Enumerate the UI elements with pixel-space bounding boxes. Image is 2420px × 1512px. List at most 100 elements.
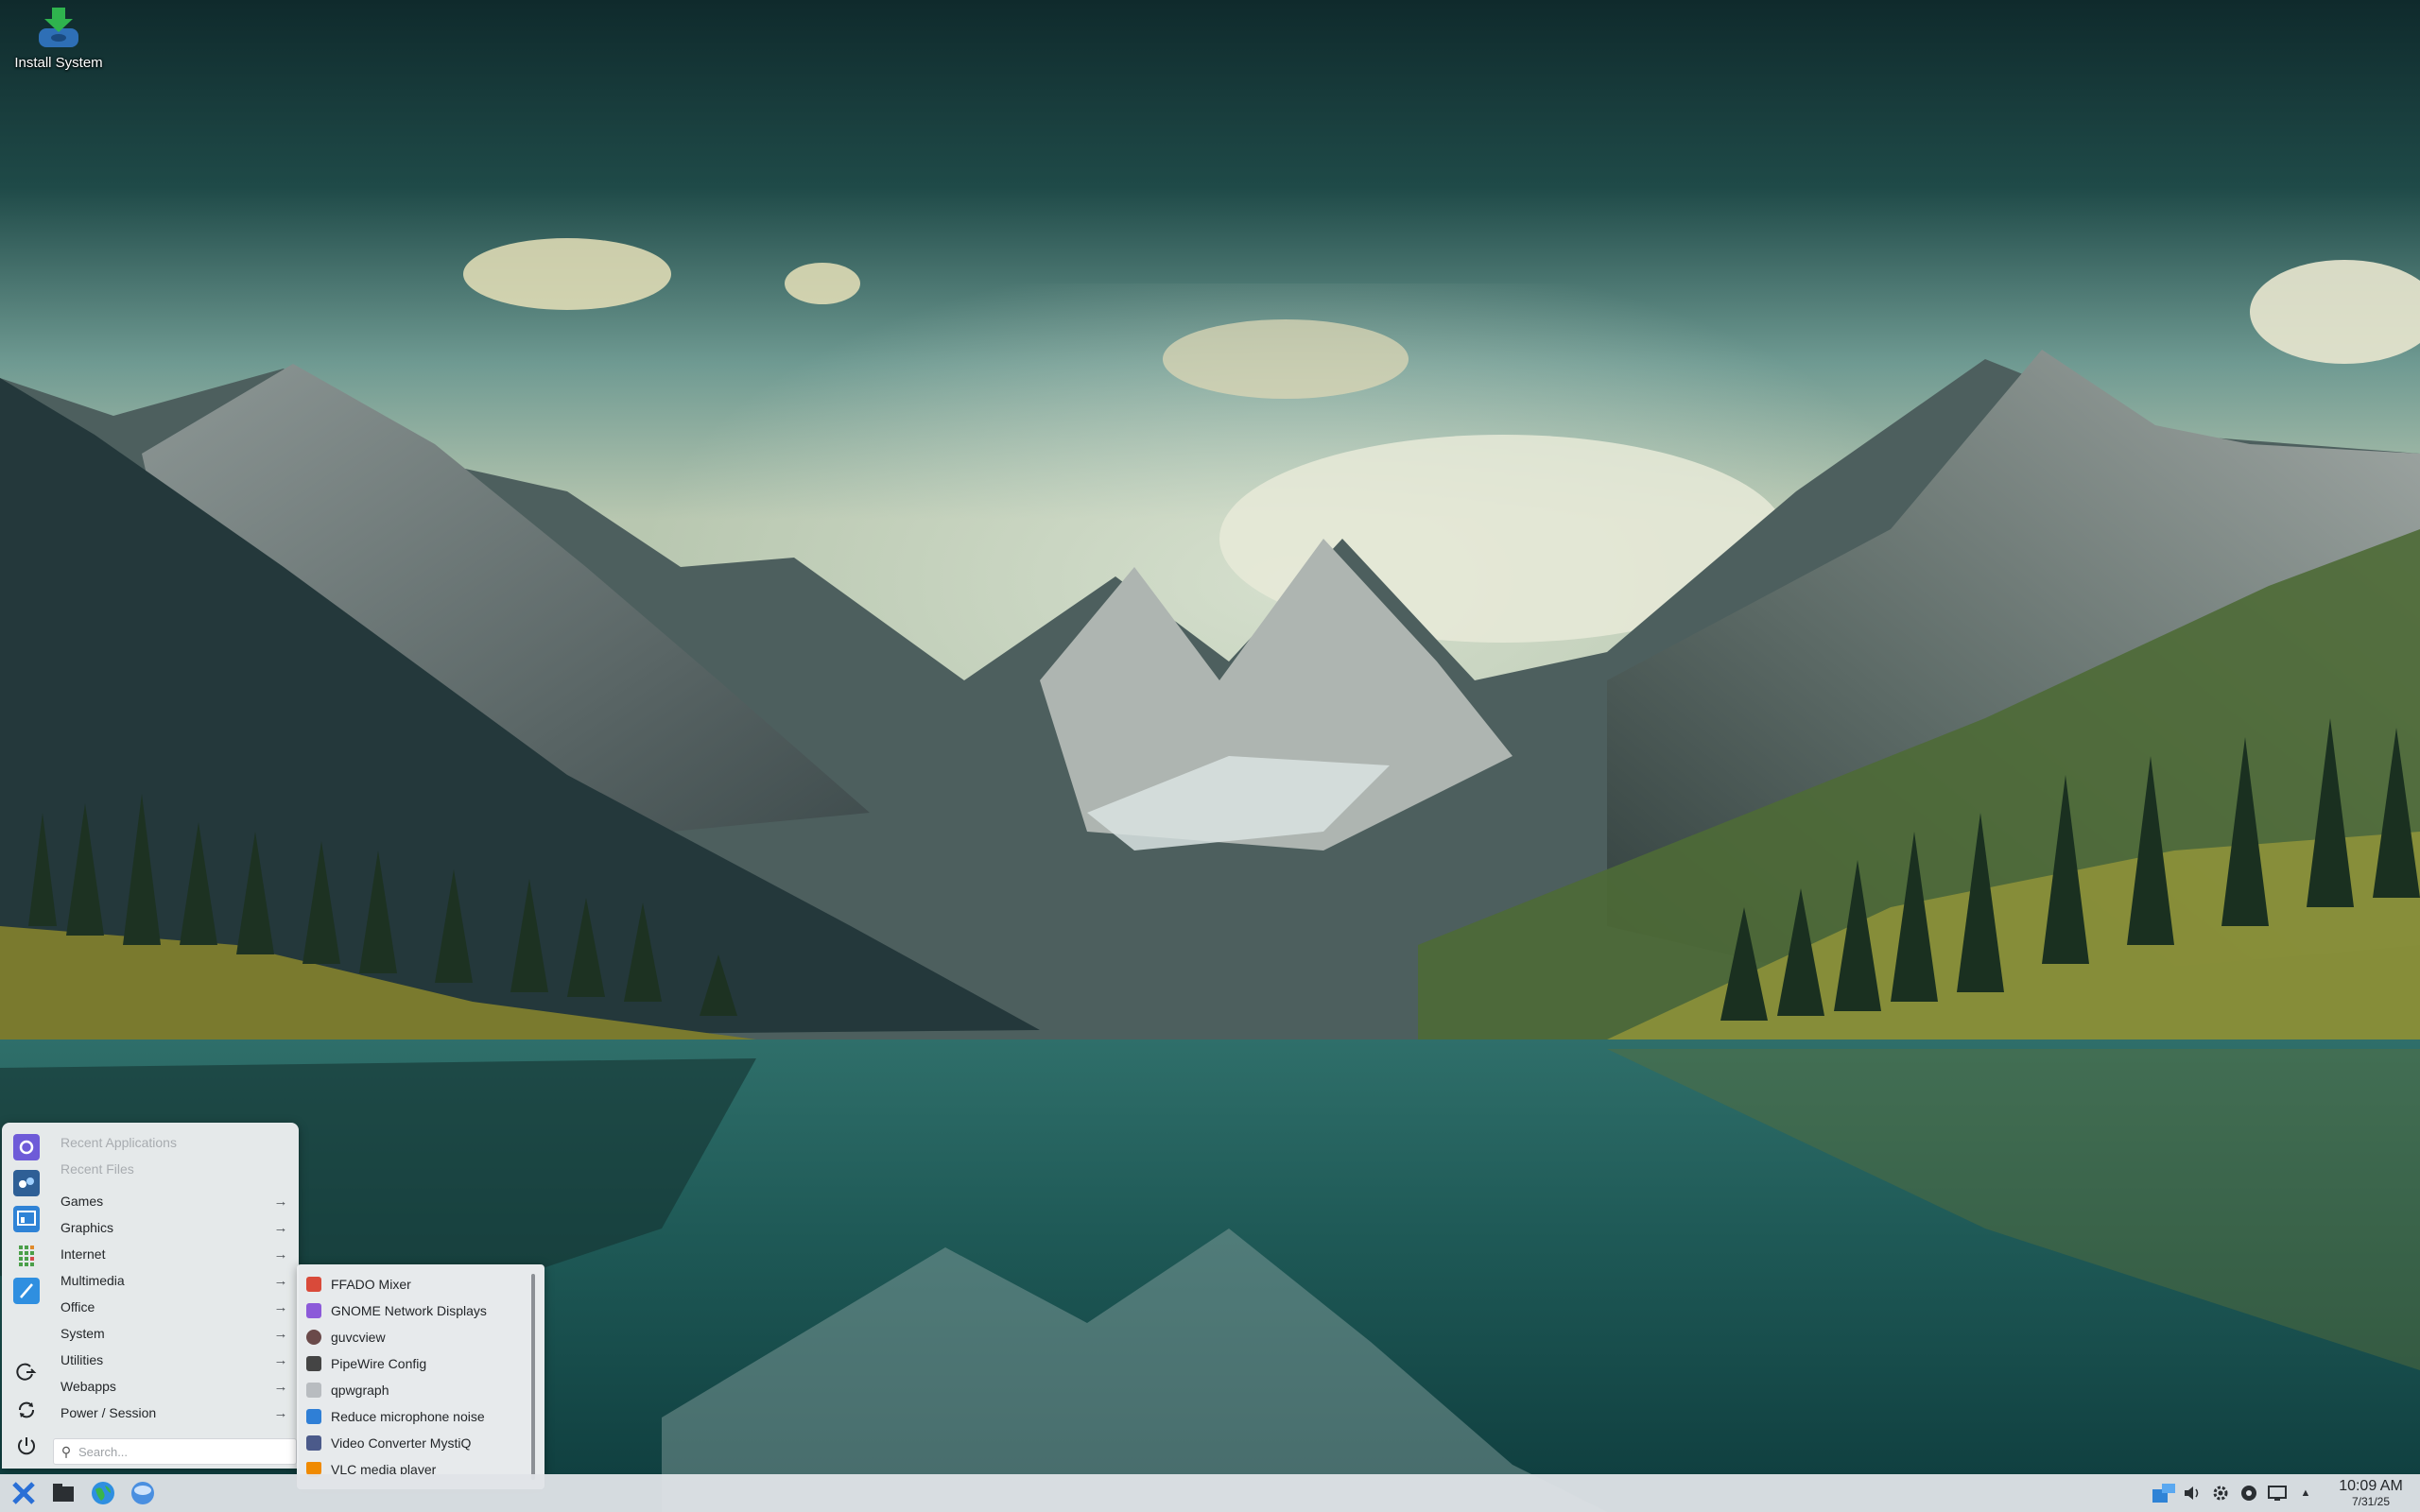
multimedia-submenu: FFADO Mixer GNOME Network Displays guvcv…: [297, 1264, 544, 1489]
menu-item-label: Power / Session: [60, 1405, 157, 1420]
files-launcher[interactable]: [47, 1477, 79, 1509]
submenu-item-label: qpwgraph: [331, 1383, 389, 1398]
clock-time: 10:09 AM: [2339, 1478, 2403, 1494]
disk-icon: [131, 1482, 154, 1504]
install-system-icon: [33, 6, 84, 51]
menu-item-label: Games: [60, 1194, 104, 1209]
menu-item-power-session[interactable]: Power / Session →: [51, 1400, 291, 1425]
favorite-software-center[interactable]: [13, 1170, 40, 1196]
submenu-item-label: Video Converter MystiQ: [331, 1435, 472, 1451]
tray-expand-button[interactable]: ▲: [2291, 1479, 2320, 1507]
app-menu-icon: [12, 1482, 35, 1504]
menu-item-label: Internet: [60, 1246, 106, 1262]
system-monitor-icon: [13, 1206, 40, 1232]
pipewire-icon: [306, 1356, 321, 1371]
app-menu-button[interactable]: [8, 1477, 40, 1509]
menu-item-label: Multimedia: [60, 1273, 125, 1288]
menu-item-label: Webapps: [60, 1379, 116, 1394]
clock[interactable]: 10:09 AM 7/31/25: [2329, 1478, 2412, 1508]
network-displays-icon: [306, 1303, 321, 1318]
search-placeholder: Search...: [78, 1444, 129, 1459]
favorite-calculator[interactable]: [13, 1242, 40, 1268]
files-icon: [53, 1484, 74, 1502]
submenu-scrollbar[interactable]: [531, 1274, 535, 1480]
menu-item-multimedia[interactable]: Multimedia →: [49, 1268, 291, 1293]
arrow-right-icon: →: [273, 1219, 288, 1236]
submenu-item-guvcview[interactable]: guvcview: [306, 1325, 526, 1349]
arrow-right-icon: →: [273, 1246, 288, 1263]
menu-search-input[interactable]: ⚲ Search...: [53, 1438, 297, 1465]
favorite-text-editor[interactable]: [13, 1278, 40, 1304]
favorites-column: [11, 1123, 49, 1469]
menu-item-label: System: [60, 1326, 105, 1341]
logout-icon: [16, 1363, 37, 1381]
workspace-switcher[interactable]: [2150, 1479, 2178, 1507]
taskbar-launchers: [8, 1474, 159, 1512]
calculator-icon: [13, 1242, 40, 1268]
menu-item-office[interactable]: Office →: [51, 1295, 291, 1319]
desktop-icon-install-system[interactable]: Install System: [6, 6, 112, 79]
power-button[interactable]: [13, 1433, 40, 1459]
menu-item-system[interactable]: System →: [51, 1321, 291, 1346]
web-browser-icon: [92, 1482, 114, 1504]
favorite-xfce-settings[interactable]: [13, 1134, 40, 1160]
search-icon: ⚲: [60, 1443, 72, 1459]
settings-icon: [2213, 1486, 2228, 1501]
submenu-item-pipewire-config[interactable]: PipeWire Config: [306, 1351, 526, 1376]
menu-item-recent-applications[interactable]: Recent Applications: [51, 1130, 291, 1155]
arrow-right-icon: →: [273, 1193, 288, 1210]
settings-tray-button[interactable]: [2206, 1479, 2235, 1507]
arrow-right-icon: →: [273, 1325, 288, 1342]
menu-item-recent-files[interactable]: Recent Files: [51, 1157, 291, 1181]
video-converter-icon: [306, 1435, 321, 1451]
volume-icon: [2185, 1486, 2199, 1500]
volume-button[interactable]: [2178, 1479, 2206, 1507]
menu-item-internet[interactable]: Internet →: [51, 1242, 291, 1266]
submenu-item-label: Reduce microphone noise: [331, 1409, 485, 1424]
submenu-item-label: FFADO Mixer: [331, 1277, 411, 1292]
restart-button[interactable]: [13, 1397, 40, 1423]
submenu-item-gnome-network-displays[interactable]: GNOME Network Displays: [306, 1298, 526, 1323]
submenu-item-qpwgraph[interactable]: qpwgraph: [306, 1378, 526, 1402]
disk-launcher[interactable]: [127, 1477, 159, 1509]
ffado-mixer-icon: [306, 1277, 321, 1292]
update-tray-button[interactable]: [2235, 1479, 2263, 1507]
menu-item-utilities[interactable]: Utilities →: [51, 1348, 291, 1372]
clock-date: 7/31/25: [2351, 1495, 2391, 1508]
arrow-right-icon: →: [273, 1272, 288, 1289]
xfce-settings-icon: [13, 1134, 40, 1160]
software-center-icon: [13, 1170, 40, 1196]
power-icon: [18, 1437, 35, 1455]
menu-item-games[interactable]: Games →: [51, 1189, 291, 1213]
display-tray-button[interactable]: [2263, 1479, 2291, 1507]
restart-icon: [19, 1401, 34, 1418]
web-browser-launcher[interactable]: [87, 1477, 119, 1509]
favorite-system-monitor[interactable]: [13, 1206, 40, 1232]
submenu-item-label: PipeWire Config: [331, 1356, 427, 1371]
tray-expand-icon: ▲: [2300, 1487, 2311, 1499]
arrow-right-icon: →: [273, 1298, 288, 1315]
text-editor-icon: [13, 1278, 40, 1304]
arrow-right-icon: →: [273, 1404, 288, 1421]
menu-item-label: Recent Files: [60, 1161, 134, 1177]
menu-item-label: Office: [60, 1299, 95, 1314]
update-icon: [2241, 1486, 2256, 1501]
webcam-icon: [306, 1330, 321, 1345]
submenu-item-reduce-microphone-noise[interactable]: Reduce microphone noise: [306, 1404, 526, 1429]
submenu-item-video-converter-mystiq[interactable]: Video Converter MystiQ: [306, 1431, 526, 1455]
menu-item-webapps[interactable]: Webapps →: [51, 1374, 291, 1399]
menu-item-label: Graphics: [60, 1220, 114, 1235]
menu-item-graphics[interactable]: Graphics →: [51, 1215, 291, 1240]
graph-icon: [306, 1383, 321, 1398]
submenu-item-label: guvcview: [331, 1330, 386, 1345]
submenu-item-ffado-mixer[interactable]: FFADO Mixer: [306, 1272, 526, 1297]
microphone-noise-icon: [306, 1409, 321, 1424]
menu-item-label: Utilities: [60, 1352, 104, 1367]
workspace-switcher-icon: [2152, 1484, 2175, 1503]
logout-button[interactable]: [13, 1359, 40, 1385]
arrow-right-icon: →: [273, 1378, 288, 1395]
taskbar: ▲ 10:09 AM 7/31/25: [0, 1474, 2420, 1512]
menu-item-label: Recent Applications: [60, 1135, 177, 1150]
submenu-item-label: GNOME Network Displays: [331, 1303, 487, 1318]
application-menu: Recent Applications Recent Files Games →…: [2, 1123, 299, 1469]
